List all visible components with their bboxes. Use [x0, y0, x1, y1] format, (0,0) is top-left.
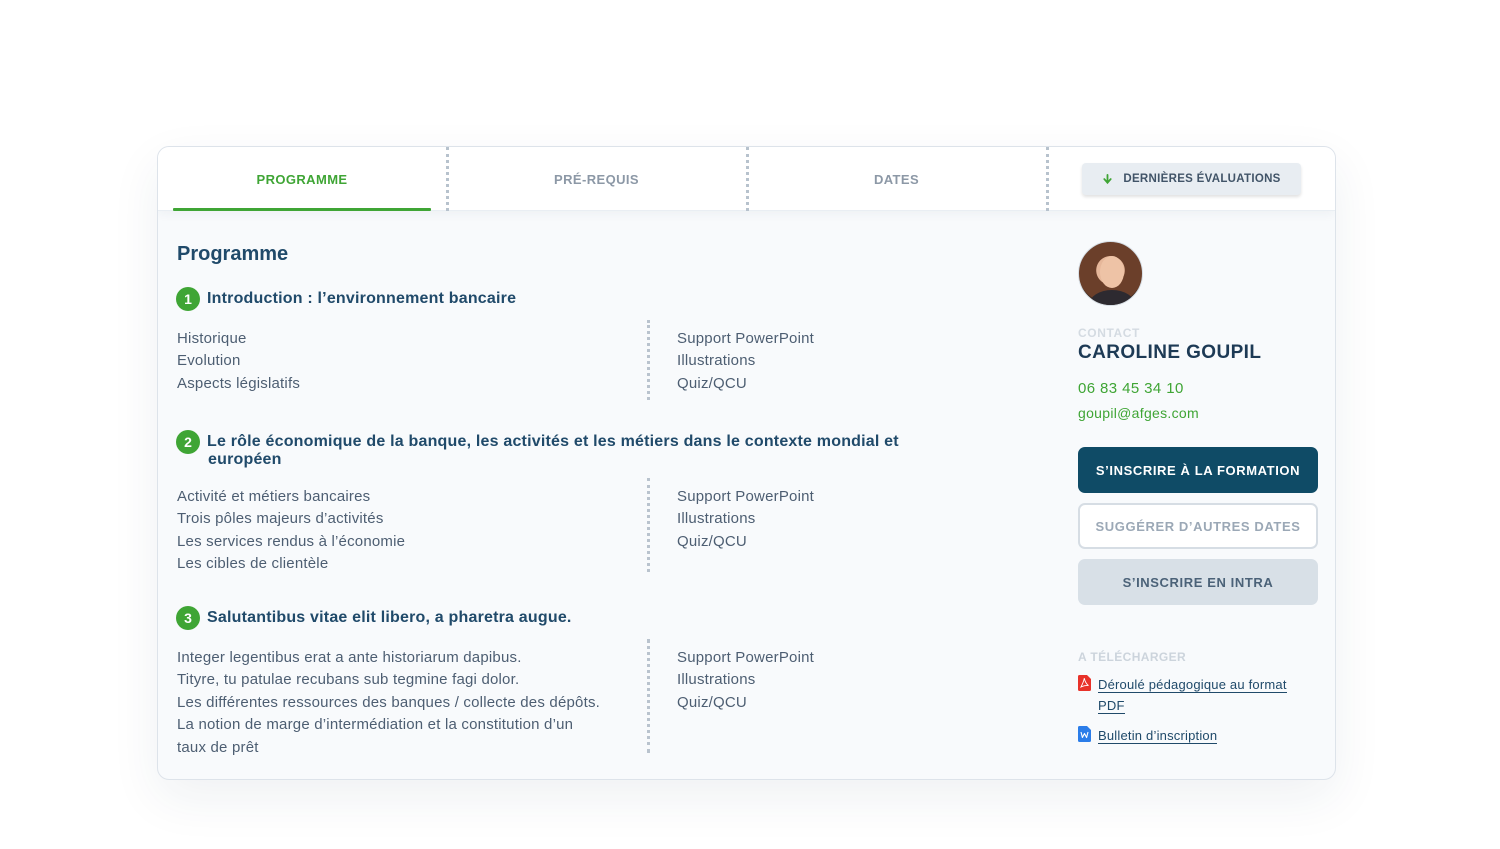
section-topics: Activité et métiers bancaires Trois pôle…	[177, 486, 627, 576]
resource-item: Support PowerPoint	[677, 488, 815, 505]
topic-item: Les services rendus à l’économie	[177, 532, 406, 550]
resource-item: Illustrations	[677, 671, 756, 689]
resource-item: Support PowerPoint	[677, 330, 815, 347]
column-divider	[647, 639, 650, 753]
topic-item: Trois pôles majeurs d’activités	[177, 510, 384, 528]
section-topics: Integer legentibus erat a ante historiar…	[177, 647, 627, 759]
section-number-badge: 3	[176, 606, 200, 630]
suggest-dates-button[interactable]: SUGGÉRER D’AUTRES DATES	[1078, 503, 1318, 549]
topic-item: Activité et métiers bancaires	[177, 488, 371, 505]
downloads-label: A TÉLÉCHARGER	[1078, 650, 1187, 664]
tab-bar: PROGRAMME PRÉ-REQUIS DATES DERNIÈRES ÉVA…	[158, 147, 1335, 211]
section-resources: Support PowerPoint Illustrations Quiz/QC…	[677, 328, 977, 395]
contact-phone[interactable]: 06 83 45 34 10	[1078, 380, 1184, 397]
program-section-1: 1 Introduction : l’environnement bancair…	[176, 287, 996, 400]
register-intra-button[interactable]: S’INSCRIRE EN INTRA	[1078, 559, 1318, 605]
topic-item: Aspects législatifs	[177, 374, 301, 392]
section-title: Introduction : l’environnement bancaire	[207, 290, 517, 307]
download-link-text[interactable]: Déroulé pédagogique au format PDF	[1098, 674, 1287, 716]
topic-item: La notion de marge d’intermédiation et l…	[177, 716, 574, 734]
topic-item: Les cibles de clientèle	[177, 555, 329, 573]
section-resources: Support PowerPoint Illustrations Quiz/QC…	[677, 486, 977, 553]
download-link-text[interactable]: Bulletin d’inscription	[1098, 725, 1218, 746]
latest-evaluations-button[interactable]: DERNIÈRES ÉVALUATIONS	[1082, 163, 1301, 195]
arrow-down-icon	[1103, 173, 1112, 184]
tab-dates[interactable]: DATES	[748, 147, 1045, 211]
section-number-badge: 2	[176, 430, 200, 454]
program-card: PROGRAMME PRÉ-REQUIS DATES DERNIÈRES ÉVA…	[157, 146, 1336, 780]
contact-label: CONTACT	[1078, 326, 1140, 340]
resource-item: Quiz/QCU	[677, 374, 747, 392]
active-tab-indicator	[173, 208, 431, 211]
topic-item: Integer legentibus erat a ante historiar…	[177, 649, 522, 666]
section-title: Le rôle économique de la banque, les act…	[207, 433, 899, 468]
topic-item: taux de prêt	[177, 738, 259, 756]
resource-item: Illustrations	[677, 352, 756, 370]
contact-name: CAROLINE GOUPIL	[1078, 342, 1262, 363]
latest-evaluations-label: DERNIÈRES ÉVALUATIONS	[1123, 173, 1281, 185]
word-file-icon	[1078, 726, 1091, 742]
resource-item: Support PowerPoint	[677, 649, 815, 666]
topic-item: Historique	[177, 330, 247, 347]
contact-avatar	[1078, 241, 1143, 306]
column-divider	[647, 320, 650, 400]
section-number-badge: 1	[176, 287, 200, 311]
download-registration-form-link[interactable]: Bulletin d’inscription	[1078, 725, 1218, 746]
download-programme-pdf-link[interactable]: Déroulé pédagogique au format PDF	[1078, 674, 1287, 716]
section-resources: Support PowerPoint Illustrations Quiz/QC…	[677, 647, 977, 714]
program-section-3: 3 Salutantibus vitae elit libero, a phar…	[176, 606, 996, 759]
tab-divider	[1046, 147, 1049, 211]
register-training-button[interactable]: S’INSCRIRE À LA FORMATION	[1078, 447, 1318, 493]
tab-programme[interactable]: PROGRAMME	[173, 147, 431, 211]
topic-item: Les différentes ressources des banques /…	[177, 693, 601, 711]
program-section-2: 2 Le rôle économique de la banque, les a…	[176, 430, 996, 578]
pdf-file-icon	[1078, 675, 1091, 691]
column-divider	[647, 478, 650, 572]
tab-prerequis[interactable]: PRÉ-REQUIS	[448, 147, 745, 211]
topic-item: Tityre, tu patulae recubans sub tegmine …	[177, 671, 520, 689]
resource-item: Illustrations	[677, 510, 756, 528]
page-title: Programme	[177, 243, 289, 265]
resource-item: Quiz/QCU	[677, 532, 747, 550]
section-topics: Historique Evolution Aspects législatifs	[177, 328, 627, 395]
topic-item: Evolution	[177, 352, 241, 370]
contact-email[interactable]: goupil@afges.com	[1078, 405, 1199, 421]
resource-item: Quiz/QCU	[677, 693, 747, 711]
section-title: Salutantibus vitae elit libero, a pharet…	[207, 609, 572, 626]
